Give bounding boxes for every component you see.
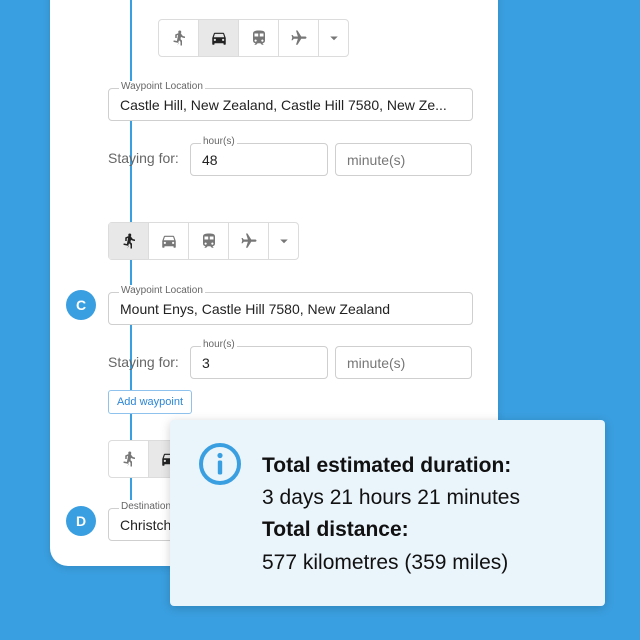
more-modes-button[interactable] [269,223,298,259]
plane-mode-button[interactable] [229,223,269,259]
duration-value: 3 days 21 hours 21 minutes [262,486,520,509]
train-mode-button[interactable] [239,20,279,56]
field-value: Castle Hill, New Zealand, Castle Hill 75… [120,96,447,113]
train-mode-button[interactable] [189,223,229,259]
duration-label: Total estimated duration: [262,454,512,477]
distance-label: Total distance: [262,518,409,541]
more-modes-button[interactable] [319,20,348,56]
chevron-down-icon [279,239,288,244]
field-value: Christch [120,516,172,533]
field-placeholder: minute(s) [347,151,406,168]
waypoint-marker-c: C [66,290,96,320]
plane-icon [241,233,256,248]
add-waypoint-button[interactable]: Add waypoint [108,390,192,414]
minutes-input[interactable]: minute(s) [335,346,472,379]
field-label: hour(s) [201,339,237,350]
info-icon [199,443,241,485]
car-icon [211,32,226,45]
transport-mode-selector [108,222,299,260]
field-value: Mount Enys, Castle Hill 7580, New Zealan… [120,300,391,317]
chevron-down-icon [329,36,338,41]
car-icon [161,235,176,248]
waypoint-location-field[interactable]: Waypoint Location Mount Enys, Castle Hil… [108,285,473,325]
field-label: Waypoint Location [119,285,205,296]
staying-for-label: Staying for: [108,150,179,166]
car-mode-button[interactable] [149,223,189,259]
field-label: hour(s) [201,136,237,147]
train-icon [202,233,215,248]
hours-input[interactable]: hour(s) 3 [190,339,328,379]
field-label: Destination [119,501,174,512]
field-label: Waypoint Location [119,81,205,92]
train-icon [252,30,265,45]
minutes-input[interactable]: minute(s) [335,143,472,176]
walk-icon [122,233,135,249]
transport-mode-selector [158,19,349,57]
distance-value: 577 kilometres (359 miles) [262,551,509,574]
plane-mode-button[interactable] [279,20,319,56]
walk-mode-button[interactable] [109,223,149,259]
plane-icon [291,30,306,45]
route-summary-panel: Total estimated duration: 3 days 21 hour… [170,420,605,606]
staying-for-label: Staying for: [108,354,179,370]
hours-input[interactable]: hour(s) 48 [190,136,328,176]
walk-icon [172,30,185,46]
walk-mode-button[interactable] [109,441,149,477]
walk-icon [122,451,135,467]
waypoint-location-field[interactable]: Waypoint Location Castle Hill, New Zeala… [108,81,473,121]
field-value: 3 [202,354,210,371]
field-value: 48 [202,151,218,168]
field-placeholder: minute(s) [347,354,406,371]
car-mode-button[interactable] [199,20,239,56]
waypoint-marker-d: D [66,506,96,536]
walk-mode-button[interactable] [159,20,199,56]
